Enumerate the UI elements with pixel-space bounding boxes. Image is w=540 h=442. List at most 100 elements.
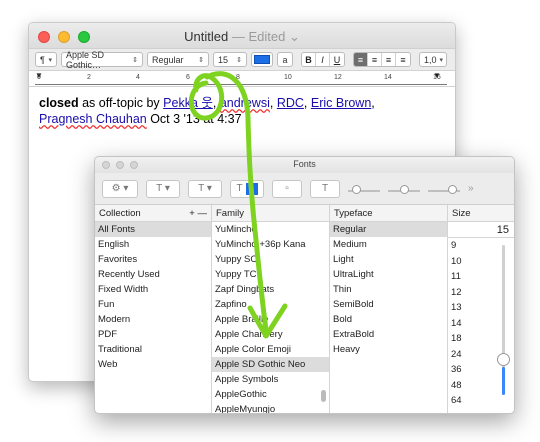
size-header: Size (452, 208, 471, 219)
family-item[interactable]: YuMincho +36p Kana (212, 237, 329, 252)
updown-icon: ⇕ (198, 56, 204, 64)
format-bar: ¶ ▾ Apple SD Gothic… ⇕ Regular ⇕ 15 ⇕ a B I … (29, 49, 455, 71)
typeface-item[interactable]: Regular (330, 222, 447, 237)
add-collection-button[interactable]: + (189, 208, 195, 219)
size-slider-knob[interactable] (497, 353, 510, 366)
font-size-select[interactable]: 15 ⇕ (213, 52, 247, 67)
family-header: Family (216, 208, 244, 219)
user-link[interactable]: andrewsi (220, 96, 270, 110)
strikethrough-menu-icon[interactable]: T ▾ (188, 179, 222, 198)
size-input[interactable]: 15 (448, 222, 514, 238)
color-swatch (254, 55, 270, 64)
size-column: Size 15 9 10 11 12 13 14 18 24 36 48 64 (448, 205, 514, 413)
remove-collection-button[interactable]: — (198, 208, 208, 219)
document-body[interactable]: closed as off-topic by Pekka 웃, andrewsi… (29, 87, 439, 135)
ruler[interactable]: ▼ 0 2 4 6 8 10 12 14 16 ▼ (29, 71, 455, 87)
user-link[interactable]: RDC (277, 96, 304, 110)
right-margin-icon[interactable]: ▼ (433, 71, 441, 80)
typeface-item[interactable]: Heavy (330, 342, 447, 357)
text-color-icon[interactable]: T (230, 179, 264, 198)
edited-status: Edited (248, 29, 286, 44)
typeface-item[interactable]: Medium (330, 237, 447, 252)
ruler-number: 8 (236, 74, 240, 81)
ruler-number: 14 (384, 74, 392, 81)
collection-item[interactable]: All Fonts (95, 222, 211, 237)
document-name: Untitled (184, 29, 229, 44)
collection-item[interactable]: Fun (95, 297, 211, 312)
alignment-buttons: ≡ ≡ ≡ ≡ (353, 52, 411, 67)
underline-button[interactable]: U (330, 53, 344, 66)
ruler-number: 2 (87, 74, 91, 81)
user-link[interactable]: Eric Brown (311, 96, 371, 110)
collection-item[interactable]: Modern (95, 312, 211, 327)
typeface-column: Typeface Regular Medium Light UltraLight… (330, 205, 448, 413)
action-gear-icon[interactable]: ⚙ ▾ (102, 179, 138, 198)
chevron-down-icon: ▾ (439, 56, 444, 64)
collection-item[interactable]: Web (95, 357, 211, 372)
user-link[interactable]: Pekka 웃 (163, 96, 213, 110)
text-shadow-icon[interactable]: T (310, 179, 340, 198)
family-item[interactable]: YuMincho (212, 222, 329, 237)
shadow-blur-slider[interactable] (388, 180, 420, 198)
ruler-number: 10 (284, 74, 292, 81)
font-style-select[interactable]: Regular ⇕ (147, 52, 209, 67)
family-item[interactable]: AppleGothic (212, 387, 329, 402)
family-scrollbar[interactable] (321, 390, 326, 402)
fonts-toolbar: ⚙ ▾ T ▾ T ▾ T ▫ T » (95, 173, 514, 205)
line-spacing-select[interactable]: 1,0 ▾ (419, 52, 447, 67)
collection-column: Collection + — All Fonts English Favorit… (95, 205, 212, 413)
align-right-icon[interactable]: ≡ (382, 53, 396, 66)
typeface-header: Typeface (334, 208, 373, 219)
fonts-title: Fonts (293, 159, 316, 169)
paragraph-styles-menu[interactable]: ¶ ▾ (35, 52, 57, 67)
collection-item[interactable]: PDF (95, 327, 211, 342)
family-item[interactable]: Apple Symbols (212, 372, 329, 387)
font-family-select[interactable]: Apple SD Gothic… ⇕ (61, 50, 143, 70)
bold-button[interactable]: B (302, 53, 316, 66)
family-column: Family YuMincho YuMincho +36p Kana Yuppy… (212, 205, 330, 413)
align-center-icon[interactable]: ≡ (368, 53, 382, 66)
fonts-title-bar: Fonts (95, 157, 514, 173)
ruler-number: 0 (37, 74, 41, 81)
family-item[interactable]: Zapf Dingbats (212, 282, 329, 297)
typeface-item[interactable]: Thin (330, 282, 447, 297)
size-item[interactable]: 64 (448, 393, 514, 409)
family-item[interactable]: Apple Braille (212, 312, 329, 327)
user-link[interactable]: Pragnesh Chauhan (39, 112, 147, 126)
typeface-item[interactable]: UltraLight (330, 267, 447, 282)
timestamp: Oct 3 '13 at 4:37 (146, 112, 242, 126)
highlight-color-button[interactable]: a (277, 52, 293, 67)
window-title[interactable]: Untitled — Edited ⌄ (29, 29, 455, 45)
typeface-item[interactable]: Light (330, 252, 447, 267)
more-chevron-icon[interactable]: » (468, 183, 474, 194)
family-item[interactable]: Yuppy TC (212, 267, 329, 282)
size-slider[interactable] (497, 245, 510, 395)
updown-icon: ⇕ (236, 56, 242, 64)
align-justify-icon[interactable]: ≡ (396, 53, 410, 66)
document-color-icon[interactable]: ▫ (272, 179, 302, 198)
collection-item[interactable]: Recently Used (95, 267, 211, 282)
collection-item[interactable]: Favorites (95, 252, 211, 267)
ruler-number: 4 (136, 74, 140, 81)
typeface-item[interactable]: Bold (330, 312, 447, 327)
family-item[interactable]: Apple SD Gothic Neo (212, 357, 329, 372)
family-item[interactable]: Apple Chancery (212, 327, 329, 342)
family-item[interactable]: AppleMyungjo (212, 402, 329, 413)
ruler-number: 6 (186, 74, 190, 81)
family-item[interactable]: Zapfino (212, 297, 329, 312)
family-item[interactable]: Apple Color Emoji (212, 342, 329, 357)
ruler-number: 12 (334, 74, 342, 81)
collection-item[interactable]: English (95, 237, 211, 252)
fonts-panel: Fonts ⚙ ▾ T ▾ T ▾ T ▫ T » Collection + —… (94, 156, 515, 414)
collection-item[interactable]: Fixed Width (95, 282, 211, 297)
collection-item[interactable]: Traditional (95, 342, 211, 357)
align-left-icon[interactable]: ≡ (354, 53, 368, 66)
typeface-item[interactable]: SemiBold (330, 297, 447, 312)
shadow-offset-slider[interactable] (428, 180, 460, 198)
italic-button[interactable]: I (316, 53, 330, 66)
underline-menu-icon[interactable]: T ▾ (146, 179, 180, 198)
shadow-opacity-slider[interactable] (348, 180, 380, 198)
family-item[interactable]: Yuppy SC (212, 252, 329, 267)
typeface-item[interactable]: ExtraBold (330, 327, 447, 342)
text-color-button[interactable] (251, 52, 273, 67)
